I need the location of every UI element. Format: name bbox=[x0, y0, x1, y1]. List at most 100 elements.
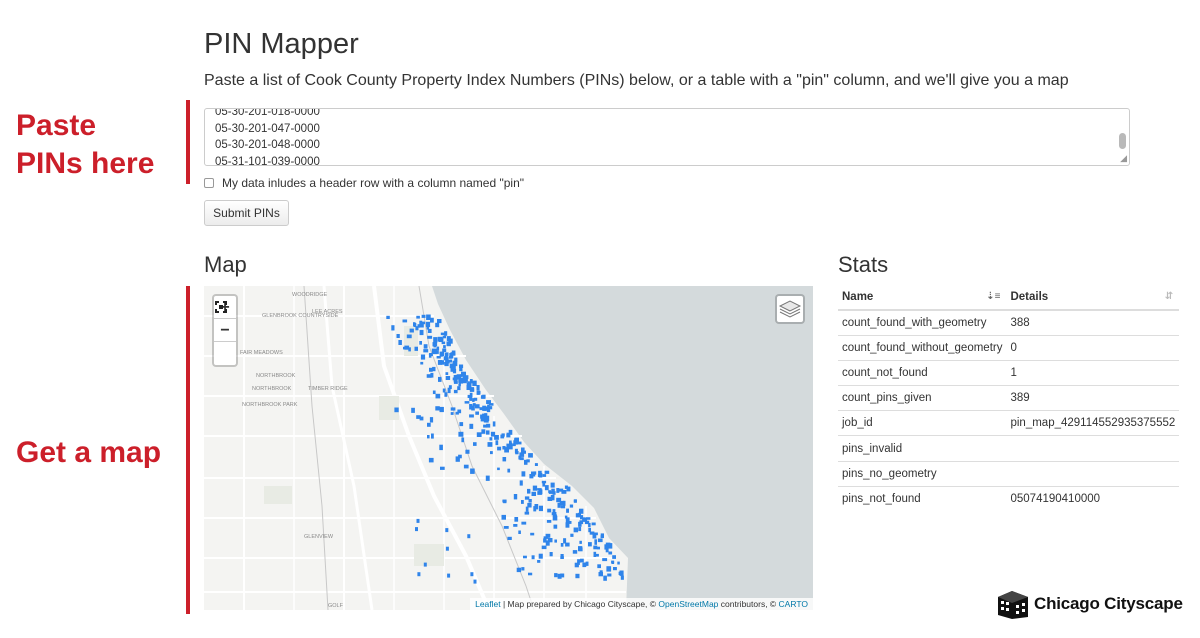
pin-marker[interactable] bbox=[436, 350, 439, 354]
pin-marker[interactable] bbox=[501, 514, 507, 520]
pin-marker[interactable] bbox=[548, 490, 552, 493]
pin-marker[interactable] bbox=[472, 380, 477, 386]
pin-marker[interactable] bbox=[620, 575, 624, 580]
zoom-out-button[interactable]: − bbox=[214, 319, 236, 342]
pin-marker[interactable] bbox=[502, 457, 507, 462]
pin-marker[interactable] bbox=[404, 345, 410, 350]
pin-marker[interactable] bbox=[455, 456, 460, 462]
pin-marker[interactable] bbox=[607, 573, 612, 577]
leaflet-link[interactable]: Leaflet bbox=[475, 599, 501, 609]
pin-marker[interactable] bbox=[501, 433, 505, 437]
pin-marker[interactable] bbox=[444, 392, 448, 397]
pin-marker[interactable] bbox=[588, 542, 592, 547]
pin-marker[interactable] bbox=[453, 389, 458, 394]
pin-marker[interactable] bbox=[577, 559, 582, 563]
pin-marker[interactable] bbox=[506, 432, 510, 437]
pin-marker[interactable] bbox=[394, 407, 399, 413]
pin-marker[interactable] bbox=[457, 409, 462, 414]
pin-marker[interactable] bbox=[554, 539, 557, 543]
osm-link[interactable]: OpenStreetMap bbox=[658, 599, 718, 609]
pin-marker[interactable] bbox=[579, 540, 582, 544]
pin-marker[interactable] bbox=[440, 337, 444, 341]
pin-marker[interactable] bbox=[452, 360, 458, 367]
pin-marker[interactable] bbox=[423, 349, 429, 353]
pin-marker[interactable] bbox=[411, 407, 415, 413]
pin-marker[interactable] bbox=[431, 348, 437, 354]
pin-marker[interactable] bbox=[606, 566, 612, 572]
pin-marker[interactable] bbox=[557, 502, 561, 508]
pin-marker[interactable] bbox=[578, 547, 583, 552]
pin-marker[interactable] bbox=[451, 366, 456, 371]
pin-marker[interactable] bbox=[427, 335, 433, 339]
pin-marker[interactable] bbox=[447, 387, 451, 394]
pin-marker[interactable] bbox=[398, 340, 402, 345]
carto-link[interactable]: CARTO bbox=[779, 599, 808, 609]
pin-marker[interactable] bbox=[487, 404, 490, 410]
pin-marker[interactable] bbox=[457, 386, 461, 391]
pin-marker[interactable] bbox=[475, 411, 479, 415]
pin-marker[interactable] bbox=[432, 366, 436, 372]
pin-marker[interactable] bbox=[497, 467, 500, 471]
pin-marker[interactable] bbox=[573, 527, 579, 533]
pin-marker[interactable] bbox=[432, 342, 438, 347]
pin-marker[interactable] bbox=[486, 430, 490, 435]
pin-marker[interactable] bbox=[442, 388, 446, 393]
pin-marker[interactable] bbox=[527, 488, 531, 494]
pin-marker[interactable] bbox=[558, 488, 564, 492]
pin-marker[interactable] bbox=[541, 480, 547, 484]
column-header-name[interactable]: Name ⇣≡ bbox=[838, 285, 1007, 311]
pin-marker[interactable] bbox=[523, 555, 527, 559]
pin-marker[interactable] bbox=[469, 414, 474, 418]
pin-marker[interactable] bbox=[473, 442, 477, 446]
pin-marker[interactable] bbox=[597, 538, 603, 543]
pin-marker[interactable] bbox=[416, 315, 420, 319]
pin-marker[interactable] bbox=[441, 351, 445, 357]
pin-marker[interactable] bbox=[521, 471, 526, 477]
pin-marker[interactable] bbox=[445, 528, 449, 533]
pin-marker[interactable] bbox=[431, 433, 434, 439]
pin-marker[interactable] bbox=[556, 488, 560, 493]
pin-marker[interactable] bbox=[440, 332, 445, 336]
pin-marker[interactable] bbox=[485, 475, 490, 481]
pin-marker[interactable] bbox=[528, 572, 533, 576]
pin-marker[interactable] bbox=[550, 482, 555, 488]
pin-marker[interactable] bbox=[538, 470, 542, 475]
pin-marker[interactable] bbox=[591, 522, 596, 526]
pin-marker[interactable] bbox=[481, 416, 485, 422]
pin-marker[interactable] bbox=[486, 423, 491, 428]
pin-marker[interactable] bbox=[585, 561, 589, 566]
pin-marker[interactable] bbox=[538, 553, 543, 559]
pin-marker[interactable] bbox=[530, 532, 535, 536]
pin-marker[interactable] bbox=[513, 524, 518, 527]
column-header-details[interactable]: Details ⇵ bbox=[1006, 285, 1180, 311]
pin-marker[interactable] bbox=[618, 571, 624, 575]
pin-marker[interactable] bbox=[463, 464, 469, 469]
pin-marker[interactable] bbox=[575, 513, 581, 518]
pin-marker[interactable] bbox=[435, 406, 440, 411]
pin-marker[interactable] bbox=[566, 486, 571, 492]
pin-marker[interactable] bbox=[519, 457, 524, 461]
pin-marker[interactable] bbox=[519, 480, 523, 486]
pin-marker[interactable] bbox=[563, 538, 567, 544]
pin-marker[interactable] bbox=[592, 533, 597, 539]
pin-marker[interactable] bbox=[467, 534, 471, 539]
pin-marker[interactable] bbox=[534, 463, 538, 466]
pin-marker[interactable] bbox=[552, 509, 556, 513]
pin-marker[interactable] bbox=[402, 319, 408, 323]
pin-marker[interactable] bbox=[435, 393, 441, 399]
pin-marker[interactable] bbox=[617, 561, 620, 565]
header-row-checkbox[interactable] bbox=[204, 178, 214, 188]
pin-marker[interactable] bbox=[437, 319, 442, 324]
pin-marker[interactable] bbox=[419, 320, 423, 326]
pin-marker[interactable] bbox=[490, 431, 496, 437]
pin-marker[interactable] bbox=[521, 567, 525, 571]
pin-marker[interactable] bbox=[554, 573, 558, 578]
pin-marker[interactable] bbox=[435, 322, 440, 328]
pin-marker[interactable] bbox=[524, 459, 528, 465]
map-view[interactable]: WOODRIDGE GLENBROOK COUNTRYSIDE LEE ACRE… bbox=[204, 286, 813, 610]
pin-marker[interactable] bbox=[445, 546, 449, 551]
pin-marker[interactable] bbox=[483, 424, 487, 428]
pin-marker[interactable] bbox=[524, 511, 530, 515]
pin-marker[interactable] bbox=[458, 383, 461, 387]
pin-marker[interactable] bbox=[544, 485, 549, 491]
